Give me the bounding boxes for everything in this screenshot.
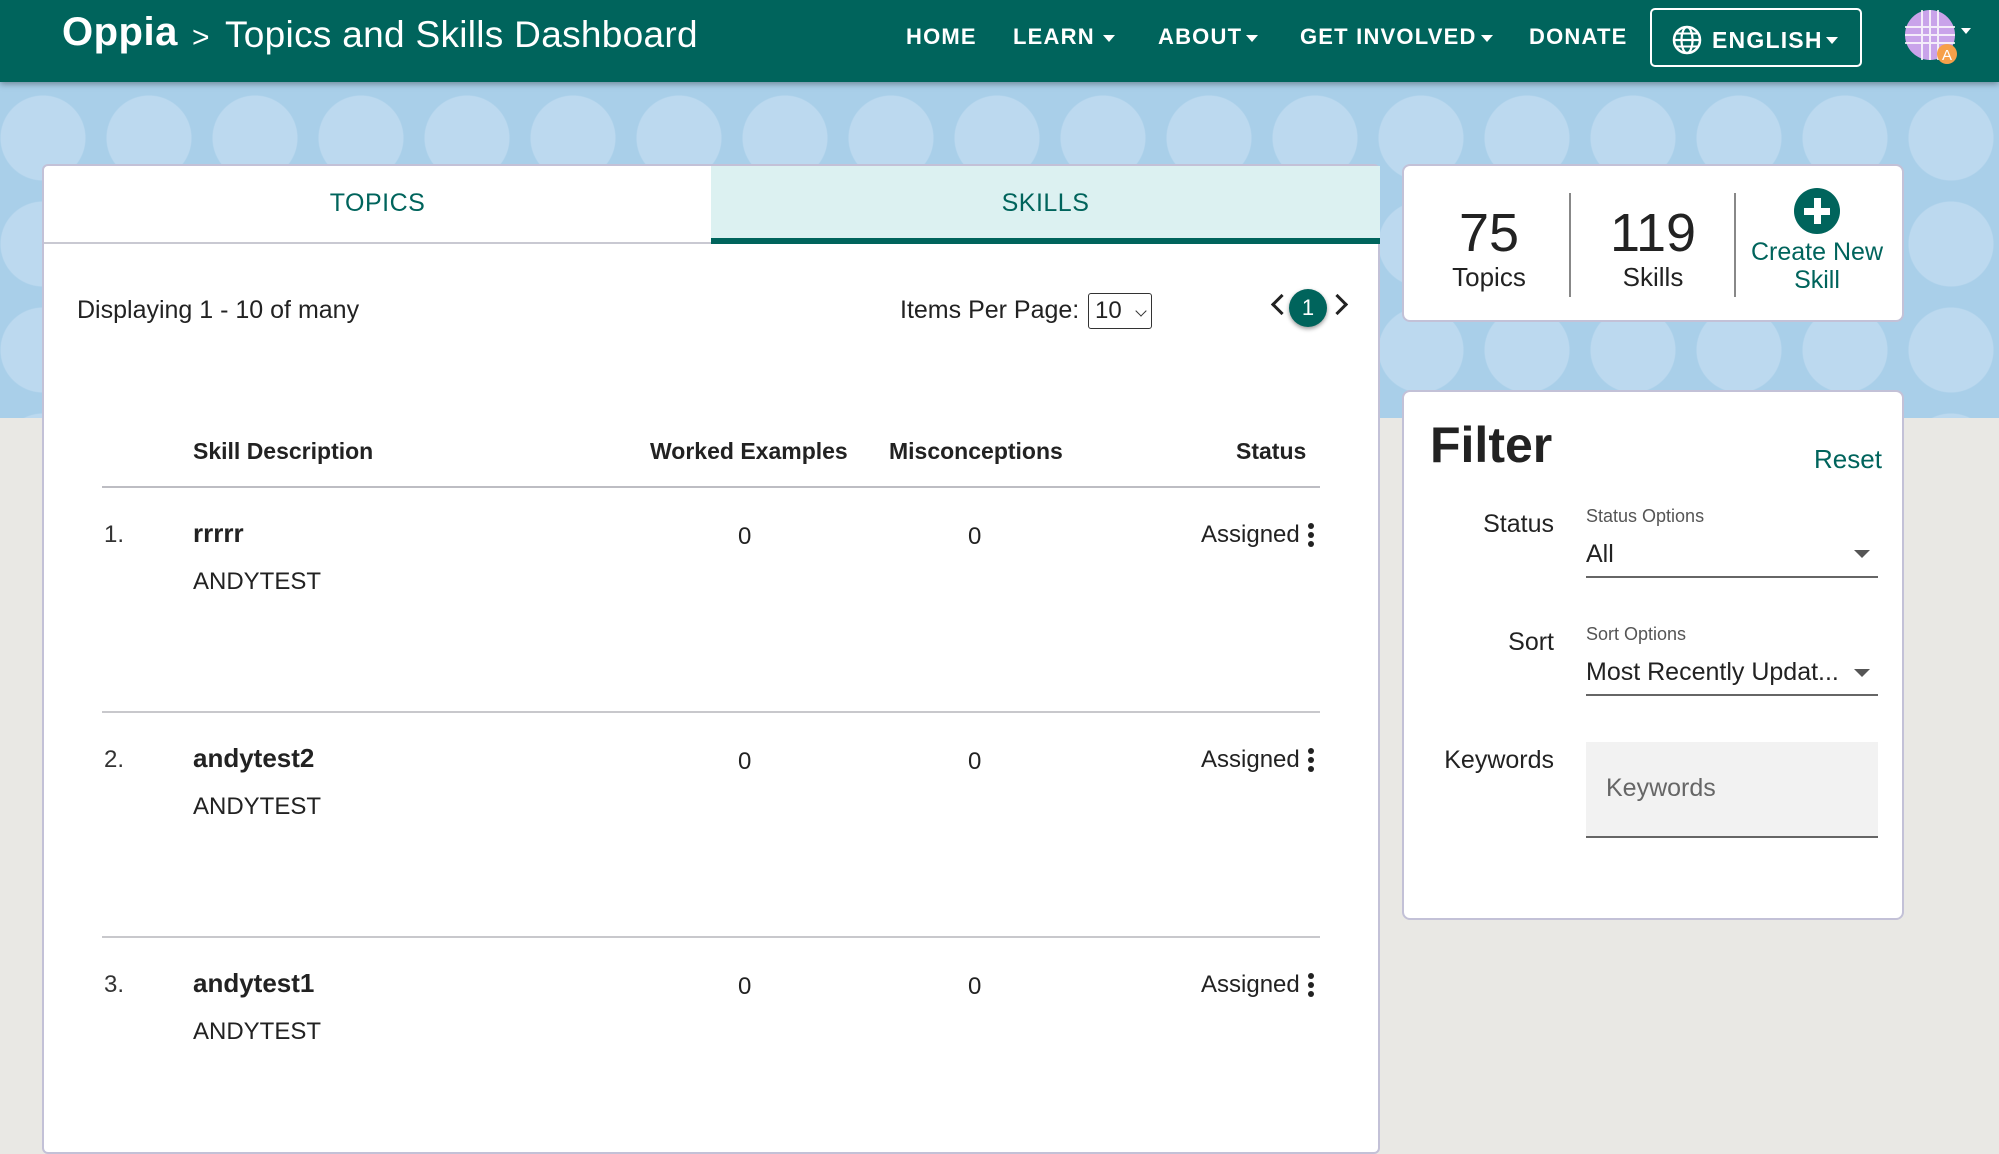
- more-options-icon[interactable]: [1308, 973, 1314, 997]
- row-index: 3.: [104, 971, 125, 998]
- items-per-page-value: 10: [1095, 297, 1122, 324]
- nav-about-label: ABOUT: [1158, 24, 1243, 49]
- chevron-down-icon: [1102, 34, 1115, 42]
- items-per-page-label: Items Per Page:: [900, 296, 1080, 324]
- skill-topic: ANDYTEST: [193, 568, 322, 595]
- chevron-down-icon: [1826, 37, 1838, 44]
- sort-options-label: Sort Options: [1586, 624, 1687, 644]
- avatar-badge: A: [1942, 47, 1952, 64]
- status-text: Assigned: [1201, 971, 1300, 998]
- top-navbar: Oppia > Topics and Skills Dashboard HOME…: [0, 0, 1999, 82]
- filter-title: Filter: [1430, 417, 1553, 473]
- tab-topics[interactable]: TOPICS: [44, 166, 711, 244]
- nav-learn[interactable]: LEARN: [1013, 24, 1115, 50]
- skills-list-card: TOPICS SKILLS Displaying 1 - 10 of many …: [42, 164, 1380, 1154]
- skills-label: Skills: [1622, 262, 1684, 292]
- dropdown-arrow-icon: [1854, 550, 1870, 558]
- breadcrumb-separator: >: [192, 21, 210, 54]
- globe-icon: [1672, 25, 1702, 55]
- status-filter-label: Status: [1483, 510, 1554, 538]
- nav-home[interactable]: HOME: [906, 24, 977, 50]
- more-options-icon[interactable]: [1308, 748, 1314, 772]
- filter-card: Filter Reset Status Status Options All S…: [1402, 390, 1904, 920]
- row-divider: [102, 711, 1320, 713]
- next-page-icon[interactable]: [1326, 293, 1349, 316]
- avatar-chevron-icon[interactable]: [1961, 28, 1971, 34]
- skill-name-link[interactable]: andytest2: [193, 743, 314, 774]
- keywords-input[interactable]: Keywords: [1586, 742, 1878, 838]
- column-header-description: Skill Description: [193, 438, 374, 464]
- plus-icon: [1794, 188, 1840, 234]
- skill-topic: ANDYTEST: [193, 1018, 322, 1045]
- create-label-line2: Skill: [1794, 266, 1840, 294]
- stat-divider: [1569, 193, 1571, 297]
- reset-filter-button[interactable]: Reset: [1814, 444, 1882, 475]
- misconceptions-count: 0: [968, 523, 982, 550]
- status-select-value: All: [1586, 540, 1614, 568]
- chevron-down-icon: [1246, 34, 1259, 42]
- more-options-icon[interactable]: [1308, 523, 1314, 547]
- tab-skills[interactable]: SKILLS: [711, 166, 1380, 244]
- row-divider: [102, 936, 1320, 938]
- status-text: Assigned: [1201, 746, 1300, 773]
- skills-count: 119: [1609, 203, 1697, 263]
- nav-donate[interactable]: DONATE: [1529, 24, 1627, 50]
- create-label-line1: Create New: [1751, 238, 1883, 266]
- status-options-label: Status Options: [1586, 506, 1705, 526]
- select-underline: [1586, 694, 1878, 696]
- avatar-image: A: [1905, 10, 1957, 64]
- worked-examples-count: 0: [738, 973, 752, 1000]
- skill-topic: ANDYTEST: [193, 793, 322, 820]
- nav-get-involved[interactable]: GET INVOLVED: [1300, 24, 1493, 50]
- chevron-down-icon: [1135, 305, 1147, 317]
- topics-label: Topics: [1452, 262, 1526, 292]
- oppia-logo[interactable]: Oppia: [62, 10, 178, 55]
- user-avatar[interactable]: A: [1905, 10, 1957, 64]
- stats-card: 75 Topics 119 Skills Create New Skill: [1402, 164, 1904, 322]
- nav-donate-label: DONATE: [1529, 24, 1628, 49]
- misconceptions-count: 0: [968, 748, 982, 775]
- dropdown-arrow-icon: [1854, 669, 1870, 677]
- items-per-page-select[interactable]: 10: [1088, 293, 1152, 329]
- stat-divider: [1734, 193, 1736, 297]
- skill-name-link[interactable]: rrrrr: [193, 518, 244, 549]
- nav-learn-label: LEARN: [1013, 24, 1095, 49]
- column-header-status: Status: [1236, 438, 1307, 464]
- display-count-text: Displaying 1 - 10 of many: [77, 296, 360, 324]
- nav-home-label: HOME: [906, 24, 977, 49]
- status-text: Assigned: [1201, 521, 1300, 548]
- row-index: 2.: [104, 746, 125, 773]
- create-new-skill-label: Create New Skill: [1744, 238, 1890, 294]
- column-header-worked-examples: Worked Examples: [650, 438, 848, 464]
- language-label: ENGLISH: [1712, 27, 1823, 53]
- keywords-filter-label: Keywords: [1444, 746, 1554, 774]
- topics-count: 75: [1458, 203, 1520, 263]
- header-divider: [102, 486, 1320, 488]
- select-underline: [1586, 576, 1878, 578]
- nav-about[interactable]: ABOUT: [1158, 24, 1259, 50]
- page-title: Topics and Skills Dashboard: [225, 14, 698, 55]
- skill-name-link[interactable]: andytest1: [193, 968, 314, 999]
- current-page-button[interactable]: 1: [1289, 289, 1327, 327]
- nav-get-involved-label: GET INVOLVED: [1300, 24, 1477, 49]
- worked-examples-count: 0: [738, 748, 752, 775]
- row-index: 1.: [104, 521, 125, 548]
- chevron-down-icon: [1480, 34, 1493, 42]
- keywords-placeholder: Keywords: [1606, 774, 1716, 802]
- language-selector[interactable]: ENGLISH: [1650, 8, 1862, 67]
- misconceptions-count: 0: [968, 973, 982, 1000]
- worked-examples-count: 0: [738, 523, 752, 550]
- sort-select-value: Most Recently Updat...: [1586, 658, 1839, 686]
- column-header-misconceptions: Misconceptions: [889, 438, 1063, 464]
- sort-filter-label: Sort: [1508, 628, 1554, 656]
